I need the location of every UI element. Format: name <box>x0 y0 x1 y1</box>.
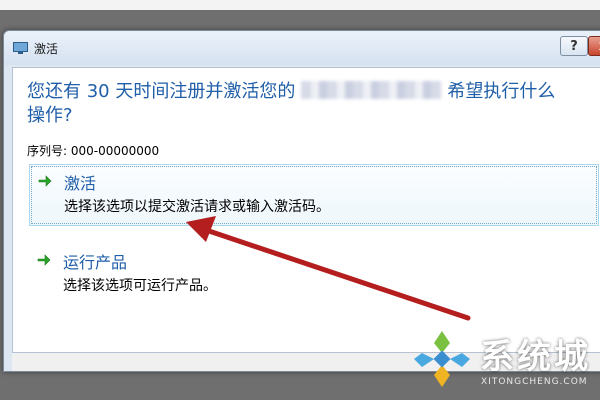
window-title: 激活 <box>34 42 59 56</box>
title-bar[interactable]: 激活 ? x <box>4 31 600 65</box>
watermark-text: 系统城 <box>480 337 591 377</box>
activation-dialog: 激活 ? x 您还有 30 天时间注册并激活您的 希望执行什么 操作? 序列号: … <box>3 30 600 372</box>
headline-part3: 操作? <box>27 105 73 126</box>
close-button[interactable]: x <box>588 36 600 56</box>
diamond-logo-icon <box>414 331 470 387</box>
option-activate[interactable]: 激活 选择该选项以提交激活请求或输入激活码。 <box>29 164 599 226</box>
monitor-icon <box>13 42 28 54</box>
green-arrow-icon <box>37 254 51 266</box>
watermark-url: XITONGCHENG.COM <box>481 377 588 387</box>
headline: 您还有 30 天时间注册并激活您的 希望执行什么 操作? <box>27 80 600 128</box>
option-activate-desc: 选择该选项以提交激活请求或输入激活码。 <box>64 199 330 215</box>
dialog-content: 您还有 30 天时间注册并激活您的 希望执行什么 操作? 序列号: 000-000… <box>12 67 600 353</box>
option-run-title: 运行产品 <box>63 253 128 272</box>
headline-part1: 您还有 30 天时间注册并激活您的 <box>27 81 296 102</box>
site-watermark: 系统城 XITONGCHENG.COM <box>400 325 600 400</box>
redacted-product-name <box>301 81 442 99</box>
help-button[interactable]: ? <box>560 36 588 56</box>
green-arrow-icon <box>38 175 52 187</box>
option-activate-title: 激活 <box>64 174 97 193</box>
background-strip <box>0 0 600 10</box>
option-run-product[interactable]: 运行产品 选择该选项可运行产品。 <box>29 244 599 306</box>
headline-part2: 希望执行什么 <box>447 81 556 102</box>
serial-number: 序列号: 000-00000000 <box>27 144 160 158</box>
option-run-desc: 选择该选项可运行产品。 <box>63 278 217 294</box>
